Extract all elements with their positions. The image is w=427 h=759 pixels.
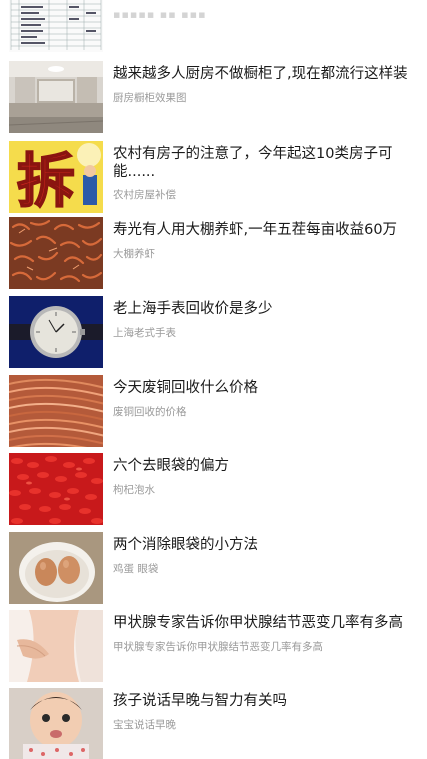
list-item[interactable]: 两个消除眼袋的小方法 鸡蛋 眼袋 — [0, 532, 427, 610]
list-item[interactable]: 甲状腺专家告诉你甲状腺结节恶变几率有多高 甲状腺专家告诉你甲状腺结节恶变几率有多… — [0, 610, 427, 688]
svg-text:拆: 拆 — [17, 147, 75, 213]
wristwatch-thumbnail — [9, 296, 103, 368]
list-item[interactable]: 拆 农村有房子的注意了，今年起这10类房子可能...... 农村房屋补偿 — [0, 141, 427, 219]
item-title[interactable]: 今天废铜回收什么价格 — [113, 379, 413, 397]
item-title[interactable]: 甲状腺专家告诉你甲状腺结节恶变几率有多高 — [113, 614, 413, 632]
item-title[interactable]: 老上海手表回收价是多少 — [113, 300, 413, 318]
eggs-in-bowl-thumbnail — [9, 532, 103, 604]
demolish-character-thumbnail: 拆 — [9, 141, 103, 213]
item-tag[interactable]: 废铜回收的价格 — [113, 404, 187, 419]
list-item-partial[interactable]: ▪▪▪▪▪ ▪▪ ▪▪▪ — [0, 0, 427, 58]
item-tag[interactable]: 枸杞泡水 — [113, 482, 155, 497]
item-title[interactable]: 寿光有人用大棚养虾,一年五茬每亩收益60万 — [113, 221, 413, 239]
item-tag[interactable]: 甲状腺专家告诉你甲状腺结节恶变几率有多高 — [113, 639, 323, 654]
neck-thumbnail — [9, 610, 103, 682]
list-item[interactable]: 六个去眼袋的偏方 枸杞泡水 — [0, 453, 427, 531]
item-title[interactable]: 六个去眼袋的偏方 — [113, 457, 413, 475]
copper-wire-thumbnail — [9, 375, 103, 447]
baby-thumbnail — [9, 688, 103, 759]
list-item[interactable]: 孩子说话早晚与智力有关吗 宝宝说话早晚 — [0, 688, 427, 759]
goji-berries-thumbnail — [9, 453, 103, 525]
item-tag[interactable]: 上海老式手表 — [113, 325, 176, 340]
item-tag[interactable]: 鸡蛋 眼袋 — [113, 561, 158, 576]
partial-text: ▪▪▪▪▪ ▪▪ ▪▪▪ — [113, 8, 207, 21]
shrimp-thumbnail — [9, 217, 103, 289]
kitchen-thumbnail — [9, 61, 103, 133]
item-title[interactable]: 两个消除眼袋的小方法 — [113, 536, 413, 554]
list-item[interactable]: 越来越多人厨房不做橱柜了,现在都流行这样装 厨房橱柜效果图 — [0, 61, 427, 139]
list-item[interactable]: 今天废铜回收什么价格 废铜回收的价格 — [0, 375, 427, 453]
item-tag[interactable]: 宝宝说话早晚 — [113, 717, 176, 732]
spreadsheet-thumbnail — [9, 0, 103, 52]
item-title[interactable]: 农村有房子的注意了，今年起这10类房子可能...... — [113, 145, 413, 181]
item-tag[interactable]: 大棚养虾 — [113, 246, 155, 261]
list-item[interactable]: 寿光有人用大棚养虾,一年五茬每亩收益60万 大棚养虾 — [0, 217, 427, 295]
item-title[interactable]: 孩子说话早晚与智力有关吗 — [113, 692, 413, 710]
news-feed: ▪▪▪▪▪ ▪▪ ▪▪▪ 越来越多人厨房不做橱柜了,现在都流行这样装 厨房橱柜效… — [0, 0, 427, 759]
item-tag[interactable]: 农村房屋补偿 — [113, 187, 176, 202]
item-title[interactable]: 越来越多人厨房不做橱柜了,现在都流行这样装 — [113, 65, 413, 83]
item-tag[interactable]: 厨房橱柜效果图 — [113, 90, 187, 105]
list-item[interactable]: 老上海手表回收价是多少 上海老式手表 — [0, 296, 427, 374]
